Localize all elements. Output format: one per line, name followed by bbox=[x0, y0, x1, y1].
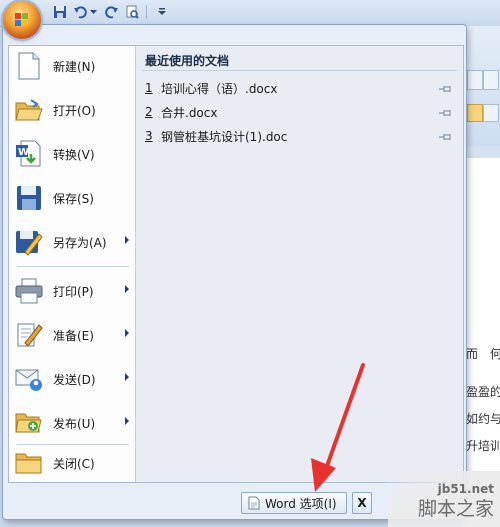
menu-item-label: 发布(U) bbox=[53, 416, 96, 431]
options-document-icon bbox=[248, 496, 260, 510]
recent-item-number: 2 bbox=[145, 105, 153, 119]
menu-item-label: 打开(O) bbox=[53, 103, 96, 118]
background-text-line: 而 何 bbox=[466, 347, 500, 361]
save-as-icon bbox=[15, 228, 43, 256]
office-logo-icon bbox=[15, 13, 28, 26]
office-menu-body: 新建(N) 打开(O) W 转换(V) 保存(S) 另存为(A) 打印(P) 准… bbox=[8, 45, 464, 483]
menu-item-label: 另存为(A) bbox=[53, 235, 107, 250]
menu-item-close[interactable]: 关闭(C) bbox=[9, 445, 135, 481]
quick-access-toolbar bbox=[0, 0, 500, 27]
office-menu: 新建(N) 打开(O) W 转换(V) 保存(S) 另存为(A) 打印(P) 准… bbox=[2, 24, 467, 520]
submenu-arrow-icon bbox=[125, 285, 129, 293]
word-options-label: Word 选项(I) bbox=[265, 496, 337, 511]
printer-icon bbox=[15, 277, 43, 305]
send-icon bbox=[15, 365, 43, 393]
save-disk-icon bbox=[15, 184, 43, 212]
recent-documents-title: 最近使用的文档 bbox=[145, 54, 230, 68]
menu-item-label: 新建(N) bbox=[53, 59, 96, 74]
recent-document-item[interactable]: 1 培训心得（语）.docx bbox=[145, 79, 457, 97]
exit-word-button[interactable]: X bbox=[352, 492, 372, 514]
publish-icon bbox=[15, 409, 43, 437]
print-preview-icon[interactable] bbox=[124, 4, 140, 20]
recent-item-filename: 钢管桩基坑设计(1).doc bbox=[161, 129, 288, 144]
menu-item-prepare[interactable]: 准备(E) bbox=[9, 315, 135, 355]
submenu-arrow-icon bbox=[125, 236, 129, 244]
office-menu-commands: 新建(N) 打开(O) W 转换(V) 保存(S) 另存为(A) 打印(P) 准… bbox=[9, 46, 136, 482]
menu-item-publish[interactable]: 发布(U) bbox=[9, 403, 135, 443]
recent-item-filename: 培训心得（语）.docx bbox=[161, 81, 278, 96]
background-ribbon bbox=[463, 26, 500, 146]
recent-document-item[interactable]: 3 钢管桩基坑设计(1).doc bbox=[145, 127, 457, 145]
save-icon[interactable] bbox=[52, 4, 68, 20]
menu-item-convert[interactable]: W 转换(V) bbox=[9, 134, 135, 174]
word-options-button[interactable]: Word 选项(I) bbox=[241, 492, 347, 514]
menu-item-label: 准备(E) bbox=[53, 328, 94, 343]
submenu-arrow-icon bbox=[125, 417, 129, 425]
menu-item-print[interactable]: 打印(P) bbox=[9, 271, 135, 311]
menu-item-send[interactable]: 发送(D) bbox=[9, 359, 135, 399]
recent-document-item[interactable]: 2 合井.docx bbox=[145, 103, 457, 121]
recent-item-number: 1 bbox=[145, 81, 153, 95]
undo-icon[interactable] bbox=[72, 4, 88, 20]
menu-item-open[interactable]: 打开(O) bbox=[9, 90, 135, 130]
recent-item-filename: 合井.docx bbox=[161, 105, 218, 120]
recent-documents-panel: 最近使用的文档 1 培训心得（语）.docx 2 合井.docx 3 钢管桩基坑… bbox=[136, 46, 463, 482]
menu-item-label: 保存(S) bbox=[53, 191, 94, 206]
office-button[interactable] bbox=[3, 1, 41, 39]
convert-icon: W bbox=[15, 140, 43, 168]
pin-icon[interactable] bbox=[439, 83, 453, 97]
watermark: jb51.net 脚本之家 bbox=[388, 471, 500, 527]
menu-item-label: 关闭(C) bbox=[53, 456, 95, 471]
exit-label: X bbox=[357, 496, 367, 510]
pin-icon[interactable] bbox=[439, 107, 453, 121]
prepare-icon bbox=[15, 321, 43, 349]
new-document-icon bbox=[15, 52, 43, 80]
open-folder-icon bbox=[15, 96, 43, 124]
menu-item-label: 转换(V) bbox=[53, 147, 95, 162]
menu-item-save-as[interactable]: 另存为(A) bbox=[9, 222, 135, 262]
menu-item-label: 打印(P) bbox=[53, 284, 94, 299]
recent-item-number: 3 bbox=[145, 129, 153, 143]
submenu-arrow-icon bbox=[125, 373, 129, 381]
pin-icon[interactable] bbox=[439, 131, 453, 145]
close-folder-icon bbox=[15, 449, 43, 477]
background-text-line: 如约与 bbox=[466, 412, 500, 426]
redo-icon[interactable] bbox=[104, 4, 120, 20]
undo-dropdown-icon[interactable] bbox=[88, 4, 98, 20]
menu-item-new[interactable]: 新建(N) bbox=[9, 46, 135, 86]
submenu-arrow-icon bbox=[125, 329, 129, 337]
menu-item-save[interactable]: 保存(S) bbox=[9, 178, 135, 218]
menu-item-label: 发送(D) bbox=[53, 372, 96, 387]
watermark-name: 脚本之家 bbox=[417, 498, 494, 520]
svg-text:W: W bbox=[18, 147, 29, 158]
customize-qat-icon[interactable] bbox=[157, 4, 167, 20]
background-text-line: 升培训 bbox=[466, 439, 500, 453]
background-document bbox=[463, 146, 500, 527]
background-text-line: 盈盈的 bbox=[466, 385, 500, 399]
